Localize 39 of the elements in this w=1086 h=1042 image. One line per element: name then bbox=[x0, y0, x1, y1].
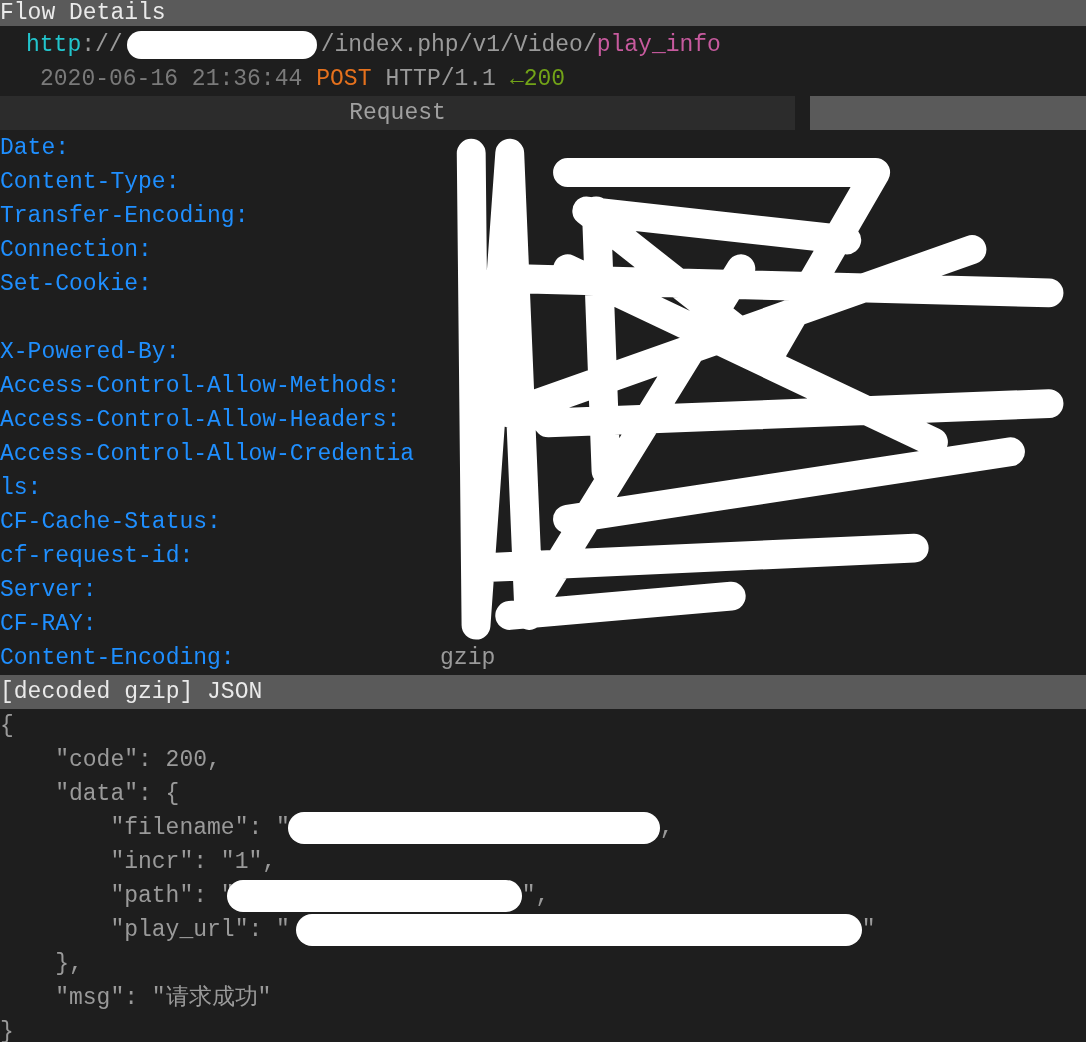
json-punctuation: , bbox=[659, 815, 674, 841]
body-format-label: [decoded gzip] JSON bbox=[0, 678, 263, 707]
json-punctuation: " bbox=[861, 917, 876, 943]
header-name: Access-Control-Allow-Methods: bbox=[0, 372, 402, 401]
header-name: Content-Type: bbox=[0, 168, 181, 197]
header-name: CF-RAY: bbox=[0, 610, 98, 639]
header-name: Set-Cookie: bbox=[0, 270, 153, 299]
header-name: Content-Encoding: bbox=[0, 644, 236, 673]
title-text: Flow Details bbox=[0, 0, 166, 26]
header-name: cf-request-id: bbox=[0, 542, 195, 571]
header-value: gzip bbox=[440, 644, 496, 673]
url-scheme: http bbox=[26, 32, 82, 58]
json-punctuation: ", bbox=[521, 883, 550, 909]
header-name: Access-Control-Allow-Headers: bbox=[0, 406, 402, 435]
json-line: "play_url": " bbox=[110, 917, 290, 943]
header-name: CF-Cache-Status: bbox=[0, 508, 222, 537]
header-name: X-Powered-By: bbox=[0, 338, 181, 367]
url-separator: :// bbox=[81, 32, 123, 58]
json-line: "filename": " bbox=[110, 815, 290, 841]
header-name: Date: bbox=[0, 134, 70, 163]
header-name: Transfer-Encoding: bbox=[0, 202, 250, 231]
json-line: "data": { bbox=[55, 781, 180, 807]
request-tab[interactable]: Request bbox=[0, 96, 795, 130]
url-path: /index.php/v1/Video/ bbox=[320, 32, 597, 58]
header-name: Server: bbox=[0, 576, 98, 605]
json-line: }, bbox=[55, 951, 83, 977]
status-code: 200 bbox=[523, 66, 566, 92]
header-name: Connection: bbox=[0, 236, 153, 265]
timestamp: 2020-06-16 21:36:44 bbox=[40, 66, 303, 92]
header-name: Access-Control-Allow-Credentials: bbox=[0, 440, 415, 503]
response-arrow: ← bbox=[509, 66, 524, 92]
protocol-version: HTTP/1.1 bbox=[385, 66, 496, 92]
json-line: "msg": "请求成功" bbox=[55, 985, 272, 1011]
http-method: POST bbox=[316, 66, 372, 92]
json-line: } bbox=[0, 1019, 14, 1042]
json-line: "incr": "1", bbox=[110, 849, 277, 875]
json-line: "code": 200, bbox=[55, 747, 221, 773]
json-line: { bbox=[0, 713, 14, 739]
url-endpoint: play_info bbox=[596, 32, 721, 58]
